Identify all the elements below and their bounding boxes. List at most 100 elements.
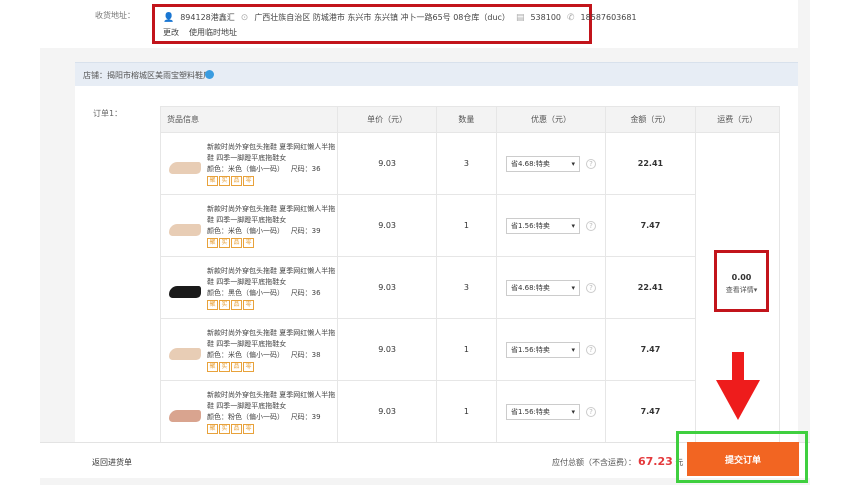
chevron-down-icon: ▾ xyxy=(571,345,575,354)
chevron-down-icon: ▾ xyxy=(571,159,575,168)
help-icon[interactable]: ? xyxy=(585,220,596,231)
col-amount: 金额（元） xyxy=(605,106,696,133)
submit-order-button[interactable]: 提交订单 xyxy=(687,442,799,476)
help-icon[interactable]: ? xyxy=(585,158,596,169)
unit-price: 9.03 xyxy=(336,256,438,319)
order-label: 订单1： xyxy=(93,109,123,118)
goods-text: 新款时尚外穿包头拖鞋 夏季网红懒人半拖鞋 四季一脚蹬平底拖鞋女 颜色：粉色（偏小… xyxy=(207,390,337,434)
line-amount: 22.41 xyxy=(605,132,696,195)
service-badges: 聚实品零 xyxy=(207,361,337,372)
discount-value: 省1.56:特卖 xyxy=(510,407,550,416)
goods-info-cell: 新款时尚外穿包头拖鞋 夏季网红懒人半拖鞋 四季一脚蹬平底拖鞋女 颜色：黑色（偏小… xyxy=(160,256,338,319)
help-icon[interactable]: ? xyxy=(585,282,596,293)
slipper-image xyxy=(169,347,201,360)
payable-total: 应付总额（不含运费）： 67.23 元 xyxy=(552,455,683,468)
line-amount: 7.47 xyxy=(605,194,696,257)
quantity: 1 xyxy=(436,318,497,381)
product-thumbnail[interactable] xyxy=(167,336,203,366)
product-title-link[interactable]: 新款时尚外穿包头拖鞋 夏季网红懒人半拖鞋 四季一脚蹬平底拖鞋女 xyxy=(207,328,337,350)
goods-text: 新款时尚外穿包头拖鞋 夏季网红懒人半拖鞋 四季一脚蹬平底拖鞋女 颜色：黑色（偏小… xyxy=(207,266,337,310)
col-unit-price: 单价（元） xyxy=(336,106,438,133)
discount-select[interactable]: 省1.56:特卖 ▾ xyxy=(505,403,580,420)
service-badge: 零 xyxy=(243,299,254,310)
table-row: 新款时尚外穿包头拖鞋 夏季网红懒人半拖鞋 四季一脚蹬平底拖鞋女 颜色：米色（偏小… xyxy=(160,318,780,381)
discount-select[interactable]: 省4.68:特卖 ▾ xyxy=(505,279,580,296)
address-line: 👤 894128港鑫汇 ⊙ 广西壮族自治区 防城港市 东兴市 东兴镇 冲卜一路6… xyxy=(163,12,637,23)
temp-address-link[interactable]: 使用临时地址 xyxy=(189,27,237,38)
checkout-page: 收货地址： 👤 894128港鑫汇 ⊙ 广西壮族自治区 防城港市 东兴市 东兴镇… xyxy=(0,0,850,485)
discount-select[interactable]: 省1.56:特卖 ▾ xyxy=(505,217,580,234)
phone-icon: ✆ xyxy=(567,12,575,23)
back-to-cart-link[interactable]: 返回进货单 xyxy=(92,457,132,468)
shop-name[interactable]: 店铺：揭阳市榕城区美雨宝塑料鞋厂 xyxy=(83,70,211,81)
goods-item: 新款时尚外穿包头拖鞋 夏季网红懒人半拖鞋 四季一脚蹬平底拖鞋女 颜色：粉色（偏小… xyxy=(167,390,337,434)
change-address-link[interactable]: 更改 xyxy=(163,27,179,38)
product-spec: 颜色：粉色（偏小一码） 尺码：39 xyxy=(207,412,337,423)
help-icon[interactable]: ? xyxy=(585,406,596,417)
red-arrow-down-icon xyxy=(716,380,760,420)
goods-info-cell: 新款时尚外穿包头拖鞋 夏季网红懒人半拖鞋 四季一脚蹬平底拖鞋女 颜色：粉色（偏小… xyxy=(160,380,338,443)
discount-cell: 省4.68:特卖 ▾? xyxy=(495,256,607,319)
postcode-icon: ▤ xyxy=(515,12,525,23)
product-thumbnail[interactable] xyxy=(167,398,203,428)
address-label: 收货地址： xyxy=(95,11,135,20)
payable-total-label: 应付总额（不含运费）： xyxy=(552,458,636,467)
chevron-down-icon: ▾ xyxy=(571,407,575,416)
product-thumbnail[interactable] xyxy=(167,150,203,180)
service-badge: 实 xyxy=(219,361,230,372)
service-badge: 实 xyxy=(219,423,230,434)
product-spec: 颜色：黑色（偏小一码） 尺码：36 xyxy=(207,288,337,299)
col-shipping: 运费（元） xyxy=(694,106,781,133)
service-badge: 实 xyxy=(219,237,230,248)
col-goods-info: 货品信息 xyxy=(160,106,338,133)
wangwang-chat-icon[interactable] xyxy=(205,70,214,79)
location-pin-icon: ⊙ xyxy=(240,12,249,23)
discount-value: 省1.56:特卖 xyxy=(510,221,550,230)
product-spec: 颜色：米色（偏小一码） 尺码：36 xyxy=(207,164,337,175)
product-size: 尺码：38 xyxy=(290,350,321,359)
quantity: 1 xyxy=(436,380,497,443)
product-title-link[interactable]: 新款时尚外穿包头拖鞋 夏季网红懒人半拖鞋 四季一脚蹬平底拖鞋女 xyxy=(207,142,337,164)
order-table: 货品信息 单价（元） 数量 优惠（元） 金额（元） 运费（元） 新款时尚外穿包头… xyxy=(160,106,781,443)
discount-cell: 省1.56:特卖 ▾? xyxy=(495,194,607,257)
address-highlight: 👤 894128港鑫汇 ⊙ 广西壮族自治区 防城港市 东兴市 东兴镇 冲卜一路6… xyxy=(152,4,637,44)
quantity: 1 xyxy=(436,194,497,257)
service-badges: 聚实品零 xyxy=(207,237,337,248)
user-icon: 👤 xyxy=(163,12,175,23)
product-title-link[interactable]: 新款时尚外穿包头拖鞋 夏季网红懒人半拖鞋 四季一脚蹬平底拖鞋女 xyxy=(207,266,337,288)
goods-item: 新款时尚外穿包头拖鞋 夏季网红懒人半拖鞋 四季一脚蹬平底拖鞋女 颜色：米色（偏小… xyxy=(167,204,337,248)
chevron-down-icon: ▾ xyxy=(571,221,575,230)
product-thumbnail[interactable] xyxy=(167,212,203,242)
discount-select[interactable]: 省4.68:特卖 ▾ xyxy=(505,155,580,172)
service-badges: 聚实品零 xyxy=(207,299,337,310)
product-thumbnail[interactable] xyxy=(167,274,203,304)
service-badge: 品 xyxy=(231,175,242,186)
service-badge: 品 xyxy=(231,237,242,248)
view-details-link[interactable]: 查看详情▾ xyxy=(717,285,766,295)
col-quantity: 数量 xyxy=(436,106,497,133)
discount-value: 省4.68:特卖 xyxy=(510,159,550,168)
service-badge: 品 xyxy=(231,361,242,372)
product-title-link[interactable]: 新款时尚外穿包头拖鞋 夏季网红懒人半拖鞋 四季一脚蹬平底拖鞋女 xyxy=(207,204,337,226)
phone-number: 18587603681 xyxy=(580,13,637,22)
unit-price: 9.03 xyxy=(336,380,438,443)
product-spec: 颜色：米色（偏小一码） 尺码：38 xyxy=(207,350,337,361)
goods-info-cell: 新款时尚外穿包头拖鞋 夏季网红懒人半拖鞋 四季一脚蹬平底拖鞋女 颜色：米色（偏小… xyxy=(160,318,338,381)
help-icon[interactable]: ? xyxy=(585,344,596,355)
discount-select[interactable]: 省1.56:特卖 ▾ xyxy=(505,341,580,358)
address-actions: 更改 使用临时地址 xyxy=(163,27,237,38)
service-badges: 聚实品零 xyxy=(207,423,337,434)
chevron-down-icon: ▾ xyxy=(571,283,575,292)
discount-value: 省1.56:特卖 xyxy=(510,345,550,354)
product-title-link[interactable]: 新款时尚外穿包头拖鞋 夏季网红懒人半拖鞋 四季一脚蹬平底拖鞋女 xyxy=(207,390,337,412)
product-size: 尺码：39 xyxy=(290,226,321,235)
slipper-image xyxy=(169,161,201,174)
shipping-amount: 0.00 xyxy=(731,273,752,282)
product-color: 颜色：米色（偏小一码） xyxy=(207,226,284,235)
table-row: 新款时尚外穿包头拖鞋 夏季网红懒人半拖鞋 四季一脚蹬平底拖鞋女 颜色：米色（偏小… xyxy=(160,132,781,443)
slipper-image xyxy=(169,223,201,236)
service-badge: 聚 xyxy=(207,175,218,186)
quantity: 3 xyxy=(436,256,497,319)
shop-bar: 店铺：揭阳市榕城区美雨宝塑料鞋厂 xyxy=(75,62,798,86)
recipient-address: 广西壮族自治区 防城港市 东兴市 东兴镇 冲卜一路65号 08仓库（duc） xyxy=(254,13,510,22)
